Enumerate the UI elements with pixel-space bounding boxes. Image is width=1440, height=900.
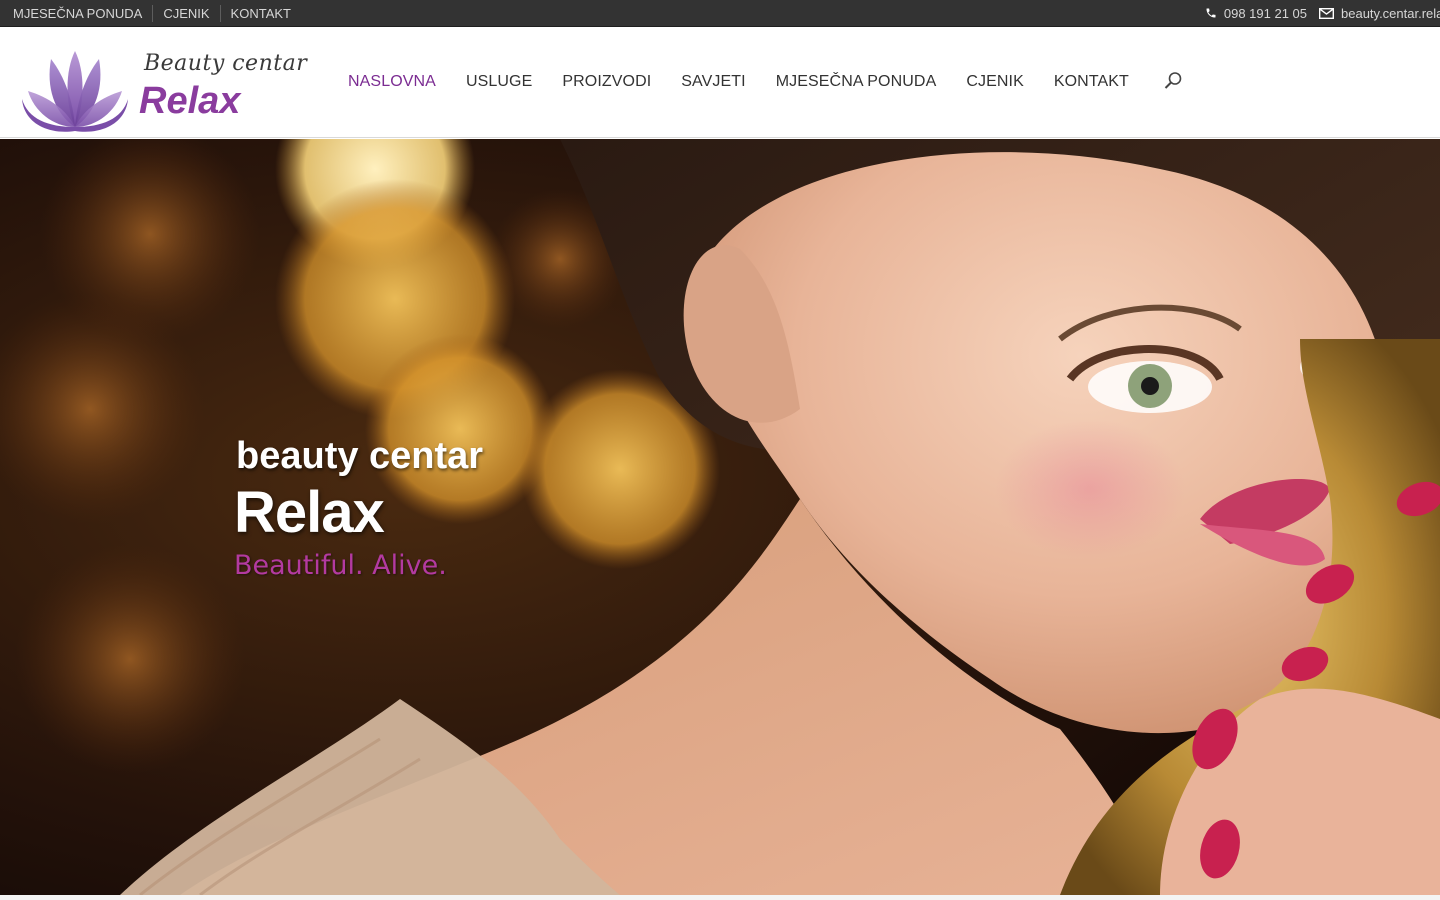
main-navigation: NASLOVNA USLUGE PROIZVODI SAVJETI MJESEČ… bbox=[333, 27, 1144, 137]
top-link-mjesecna-ponuda[interactable]: MJESEČNA PONUDA bbox=[3, 4, 154, 22]
nav-item-savjeti[interactable]: SAVJETI bbox=[666, 73, 760, 91]
phone-contact: 098 191 21 05 bbox=[1205, 6, 1307, 21]
phone-icon bbox=[1206, 8, 1216, 18]
lotus-icon bbox=[22, 51, 128, 132]
logo-name: Relax bbox=[139, 80, 241, 122]
nav-item-naslovna[interactable]: NASLOVNA bbox=[333, 73, 451, 91]
site-header: Beauty centar Relax NASLOVNA USLUGE PROI… bbox=[0, 27, 1440, 138]
hero-image bbox=[0, 139, 1440, 895]
hero-slider: beauty centar Relax Beautiful. Alive. bbox=[0, 139, 1440, 895]
top-bar: MJESEČNA PONUDA CJENIK KONTAKT 098 191 2… bbox=[0, 0, 1440, 27]
email-contact: beauty.centar.rela bbox=[1319, 6, 1440, 21]
nav-item-cjenik[interactable]: CJENIK bbox=[951, 73, 1039, 91]
top-contact: 098 191 21 05 beauty.centar.rela bbox=[1193, 0, 1440, 26]
hero-title: Relax bbox=[234, 480, 385, 545]
nav-item-proizvodi[interactable]: PROIZVODI bbox=[547, 73, 666, 91]
envelope-icon bbox=[1319, 7, 1334, 19]
email-address[interactable]: beauty.centar.rela bbox=[1341, 6, 1440, 21]
search-icon bbox=[1164, 72, 1182, 89]
site-logo[interactable]: Beauty centar Relax bbox=[18, 47, 307, 135]
hero-caption: beauty centar Relax Beautiful. Alive. bbox=[234, 435, 484, 581]
hero-tagline: Beautiful. Alive. bbox=[234, 550, 447, 581]
page-bottom-edge bbox=[0, 895, 1440, 900]
hero-subtitle: beauty centar bbox=[236, 435, 484, 477]
phone-number[interactable]: 098 191 21 05 bbox=[1224, 6, 1307, 21]
top-link-kontakt[interactable]: KONTAKT bbox=[221, 5, 301, 22]
nav-item-usluge[interactable]: USLUGE bbox=[451, 73, 547, 91]
nav-item-mjesecna-ponuda[interactable]: MJESEČNA PONUDA bbox=[761, 73, 952, 91]
top-link-cjenik[interactable]: CJENIK bbox=[153, 4, 221, 22]
nav-item-kontakt[interactable]: KONTAKT bbox=[1039, 73, 1144, 91]
top-links: MJESEČNA PONUDA CJENIK KONTAKT bbox=[0, 0, 301, 26]
logo-script-text: Beauty centar bbox=[144, 51, 308, 76]
search-button[interactable] bbox=[1162, 70, 1184, 92]
